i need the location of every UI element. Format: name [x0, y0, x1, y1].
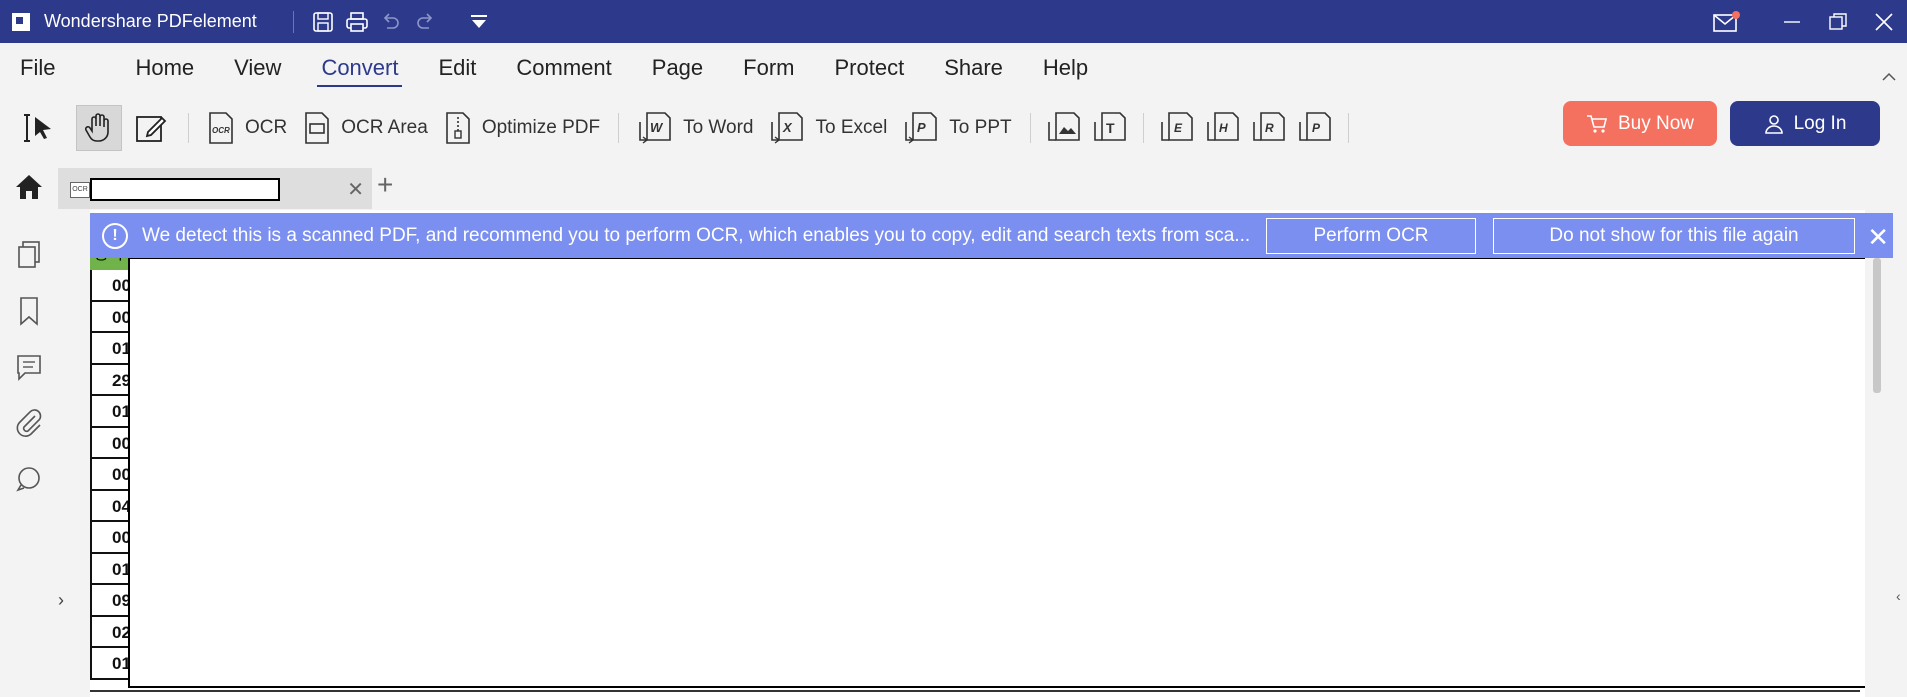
to-image-icon[interactable]: [1041, 105, 1087, 151]
menu-file[interactable]: File: [0, 43, 75, 93]
to-excel-label: To Excel: [815, 117, 888, 138]
ocr-label: OCR: [245, 117, 288, 138]
banner-message: We detect this is a scanned PDF, and rec…: [142, 224, 1251, 246]
expand-panel-icon[interactable]: ›: [58, 590, 64, 611]
cart-icon: [1586, 114, 1608, 133]
titlebar-divider: [292, 10, 294, 33]
document-tab-icon: OCR: [70, 182, 90, 198]
ocr-area-button[interactable]: OCR Area: [295, 105, 436, 151]
to-excel-icon: X: [771, 112, 804, 144]
optimize-pdf-button[interactable]: Optimize PDF: [436, 105, 608, 151]
app-logo-icon: [12, 12, 30, 31]
svg-text:OCR: OCR: [212, 126, 230, 135]
menu-bar: File Home View Convert Edit Comment Page…: [0, 43, 1907, 93]
menu-view[interactable]: View: [214, 43, 301, 93]
table-bottom-rule: [90, 690, 1860, 692]
svg-text:X: X: [782, 120, 793, 135]
to-ppt-label: To PPT: [949, 117, 1012, 138]
to-word-button[interactable]: W To Word: [629, 105, 761, 151]
title-bar: Wondershare PDFelement: [0, 0, 1907, 43]
restore-icon[interactable]: [1815, 0, 1861, 43]
save-icon[interactable]: [306, 7, 340, 37]
info-icon: !: [102, 222, 128, 249]
svg-text:R: R: [1265, 121, 1274, 135]
select-tool-icon[interactable]: [16, 105, 62, 151]
document-view[interactable]: 종목 00 00 01 29 01 00 00 04 00 01 09 02 0…: [90, 210, 1865, 697]
edit-tool-icon[interactable]: [128, 105, 174, 151]
menu-home[interactable]: Home: [115, 43, 214, 93]
buy-now-button[interactable]: Buy Now: [1563, 101, 1717, 146]
toolbar-divider: [618, 113, 620, 143]
ocr-icon: OCR: [209, 112, 233, 144]
svg-text:W: W: [650, 120, 664, 135]
search-icon[interactable]: [12, 462, 46, 496]
buy-now-label: Buy Now: [1617, 112, 1695, 134]
close-banner-icon[interactable]: ✕: [1867, 222, 1889, 253]
optimize-pdf-label: Optimize PDF: [481, 117, 601, 138]
close-window-icon[interactable]: [1861, 0, 1907, 43]
vertical-scrollbar[interactable]: [1873, 258, 1881, 393]
toolbar-divider: [1142, 113, 1144, 143]
ocr-area-icon: [305, 112, 330, 144]
svg-text:T: T: [1106, 120, 1115, 136]
attachment-icon[interactable]: [12, 406, 46, 440]
document-tab-bar: OCR ✕ +: [0, 165, 1907, 209]
left-sidebar: ›: [0, 210, 64, 697]
home-icon[interactable]: [12, 171, 46, 203]
menu-convert[interactable]: Convert: [301, 43, 418, 93]
to-ppt-icon: P: [905, 112, 938, 144]
minimize-icon[interactable]: [1769, 0, 1815, 43]
to-excel-button[interactable]: X To Excel: [761, 105, 895, 151]
menu-comment[interactable]: Comment: [496, 43, 631, 93]
menu-page[interactable]: Page: [632, 43, 723, 93]
to-pages-icon[interactable]: P: [1292, 105, 1338, 151]
print-icon[interactable]: [340, 7, 374, 37]
to-rtf-icon[interactable]: R: [1246, 105, 1292, 151]
bookmark-icon[interactable]: [12, 294, 46, 328]
log-in-button[interactable]: Log In: [1730, 101, 1880, 146]
ocr-button[interactable]: OCR OCR: [199, 105, 295, 151]
log-in-label: Log In: [1793, 112, 1847, 134]
to-html-icon[interactable]: H: [1200, 105, 1246, 151]
redo-icon[interactable]: [408, 7, 442, 37]
undo-icon[interactable]: [374, 7, 408, 37]
menu-protect[interactable]: Protect: [814, 43, 924, 93]
svg-text:H: H: [1219, 121, 1228, 135]
document-tab[interactable]: OCR ✕: [58, 168, 372, 209]
ocr-area-label: OCR Area: [341, 117, 428, 138]
thumbnails-icon[interactable]: [12, 238, 46, 272]
perform-ocr-button[interactable]: Perform OCR: [1266, 218, 1476, 254]
svg-text:P: P: [917, 120, 926, 135]
toolbar-divider: [188, 113, 189, 143]
document-tab-name: [90, 178, 280, 201]
user-icon: [1764, 114, 1783, 134]
to-ppt-button[interactable]: P To PPT: [895, 105, 1019, 151]
customize-dropdown-icon[interactable]: [462, 7, 496, 37]
do-not-show-again-button[interactable]: Do not show for this file again: [1493, 218, 1855, 254]
hand-tool-icon[interactable]: [76, 105, 122, 151]
svg-text:E: E: [1174, 121, 1183, 135]
comment-icon[interactable]: [12, 350, 46, 384]
close-tab-icon[interactable]: ✕: [347, 177, 364, 202]
toolbar-divider: [1029, 113, 1031, 143]
app-title: Wondershare PDFelement: [44, 11, 257, 31]
mail-notification-icon[interactable]: [1703, 0, 1749, 43]
menu-share[interactable]: Share: [924, 43, 1023, 93]
new-tab-icon[interactable]: +: [377, 169, 393, 201]
collapse-ribbon-icon[interactable]: [1881, 70, 1897, 88]
menu-form[interactable]: Form: [723, 43, 814, 93]
svg-text:P: P: [1312, 121, 1321, 135]
to-text-icon[interactable]: T: [1087, 105, 1133, 151]
to-epub-icon[interactable]: E: [1154, 105, 1200, 151]
ocr-notification-banner: ! We detect this is a scanned PDF, and r…: [90, 213, 1893, 258]
to-word-icon: W: [639, 112, 671, 144]
optimize-pdf-icon: [446, 112, 470, 144]
menu-edit[interactable]: Edit: [418, 43, 496, 93]
menu-help[interactable]: Help: [1023, 43, 1108, 93]
right-panel-toggle-icon[interactable]: ‹: [1896, 588, 1901, 604]
toolbar-divider: [1347, 113, 1349, 143]
redacted-region: [128, 257, 1865, 688]
to-word-label: To Word: [683, 117, 754, 138]
